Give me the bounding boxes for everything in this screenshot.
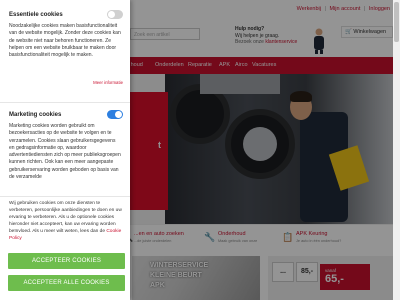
essential-cookies-toggle[interactable] (107, 10, 123, 19)
cookie-settings-scroll[interactable]: Essentiele cookies Noodzakelijke cookies… (0, 0, 130, 196)
essential-cookies-title: Essentiele cookies (9, 12, 63, 18)
marketing-cookies-text: Marketing cookies worden gebruikt om bez… (9, 123, 121, 181)
scrollbar-thumb[interactable] (394, 2, 399, 42)
cookie-notice-text: Wij gebruiken cookies om onze diensten t… (9, 201, 122, 235)
accept-cookies-button[interactable]: ACCEPTEER COOKIES (8, 253, 125, 269)
divider (0, 196, 130, 197)
accept-all-cookies-button[interactable]: ACCEPTEER ALLE COOKIES (8, 275, 125, 291)
essential-cookies-text: Noodzakelijke cookies maken basisfunctio… (9, 23, 121, 59)
cookie-notice: Wij gebruiken cookies om onze diensten t… (9, 200, 125, 243)
marketing-cookies-toggle[interactable] (107, 110, 123, 119)
marketing-cookies-section: Marketing cookies Marketing cookies word… (9, 110, 125, 196)
marketing-cookies-title: Marketing cookies (9, 112, 62, 118)
cookie-panel: Essentiele cookies Noodzakelijke cookies… (0, 0, 130, 300)
divider (0, 102, 130, 103)
page-scrollbar[interactable] (393, 0, 400, 300)
more-info-link[interactable]: Meer informatie (93, 80, 123, 85)
essential-cookies-section: Essentiele cookies Noodzakelijke cookies… (9, 10, 125, 92)
